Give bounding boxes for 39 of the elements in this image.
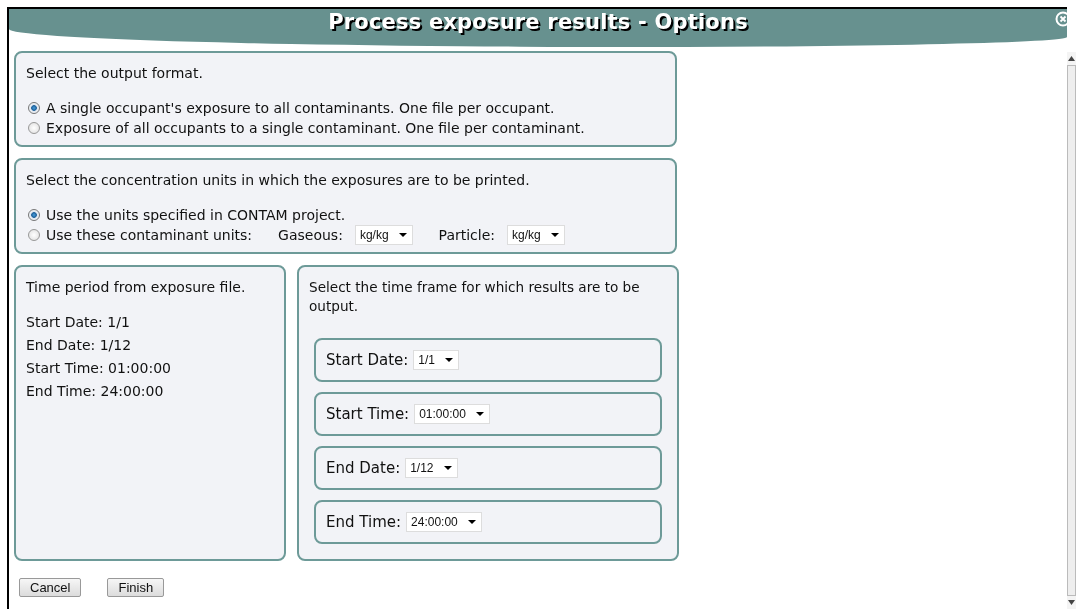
field-label: Start Time: bbox=[326, 405, 410, 423]
radio-button[interactable] bbox=[28, 122, 40, 134]
prompt-text: Select the output format. bbox=[26, 64, 204, 83]
field-label: End Time: bbox=[326, 513, 402, 531]
dropdown[interactable]: 01:00:00 bbox=[414, 404, 490, 424]
caret-icon bbox=[443, 466, 452, 470]
field-label: Start Date: bbox=[326, 351, 409, 369]
field-label: Particle: bbox=[438, 227, 495, 243]
field-label: End Date: bbox=[326, 459, 401, 477]
dropdown[interactable]: 1/12 bbox=[405, 458, 458, 478]
caret-icon bbox=[475, 412, 484, 416]
radio-label[interactable]: Use these contaminant units: bbox=[46, 227, 253, 243]
dialog-button[interactable]: Cancel bbox=[19, 578, 82, 597]
scroll-up-icon[interactable] bbox=[1068, 56, 1075, 61]
radio-label[interactable]: Use the units specified in CONTAM project. bbox=[46, 207, 346, 223]
caret-icon bbox=[398, 233, 407, 237]
prompt-text: Select the concentration units in which the exposures are to be printed. bbox=[26, 171, 531, 190]
caret-icon bbox=[445, 358, 453, 362]
radio-button[interactable] bbox=[28, 102, 40, 114]
caret-icon bbox=[550, 233, 559, 237]
panel-heading: Time period from exposure file. bbox=[26, 278, 247, 297]
info-text: Start Time: 01:00:00 bbox=[26, 359, 172, 378]
dropdown[interactable]: kg/kg bbox=[354, 225, 413, 245]
info-text: Start Date: 1/1 bbox=[26, 313, 131, 332]
prompt-text: Select the time frame for which results are to be output. bbox=[309, 278, 641, 316]
radio-button[interactable] bbox=[28, 209, 40, 221]
window-title: Process exposure results - Options bbox=[328, 9, 748, 34]
caret-icon bbox=[467, 520, 476, 524]
dropdown[interactable]: 1/1 bbox=[413, 350, 459, 370]
dropdown[interactable]: 24:00:00 bbox=[406, 512, 482, 532]
info-text: End Time: 24:00:00 bbox=[26, 382, 165, 401]
info-text: End Date: 1/12 bbox=[26, 336, 133, 355]
field-label: Gaseous: bbox=[278, 227, 343, 243]
radio-label[interactable]: A single occupant's exposure to all contaminants. One file per occupant. bbox=[46, 100, 555, 116]
radio-label[interactable]: Exposure of all occupants to a single contaminant. One file per contaminant. bbox=[46, 120, 585, 136]
radio-button[interactable] bbox=[28, 229, 40, 241]
dropdown[interactable]: kg/kg bbox=[507, 225, 565, 245]
scroll-down-icon[interactable] bbox=[1068, 600, 1075, 605]
dialog-button[interactable]: Finish bbox=[107, 578, 165, 597]
